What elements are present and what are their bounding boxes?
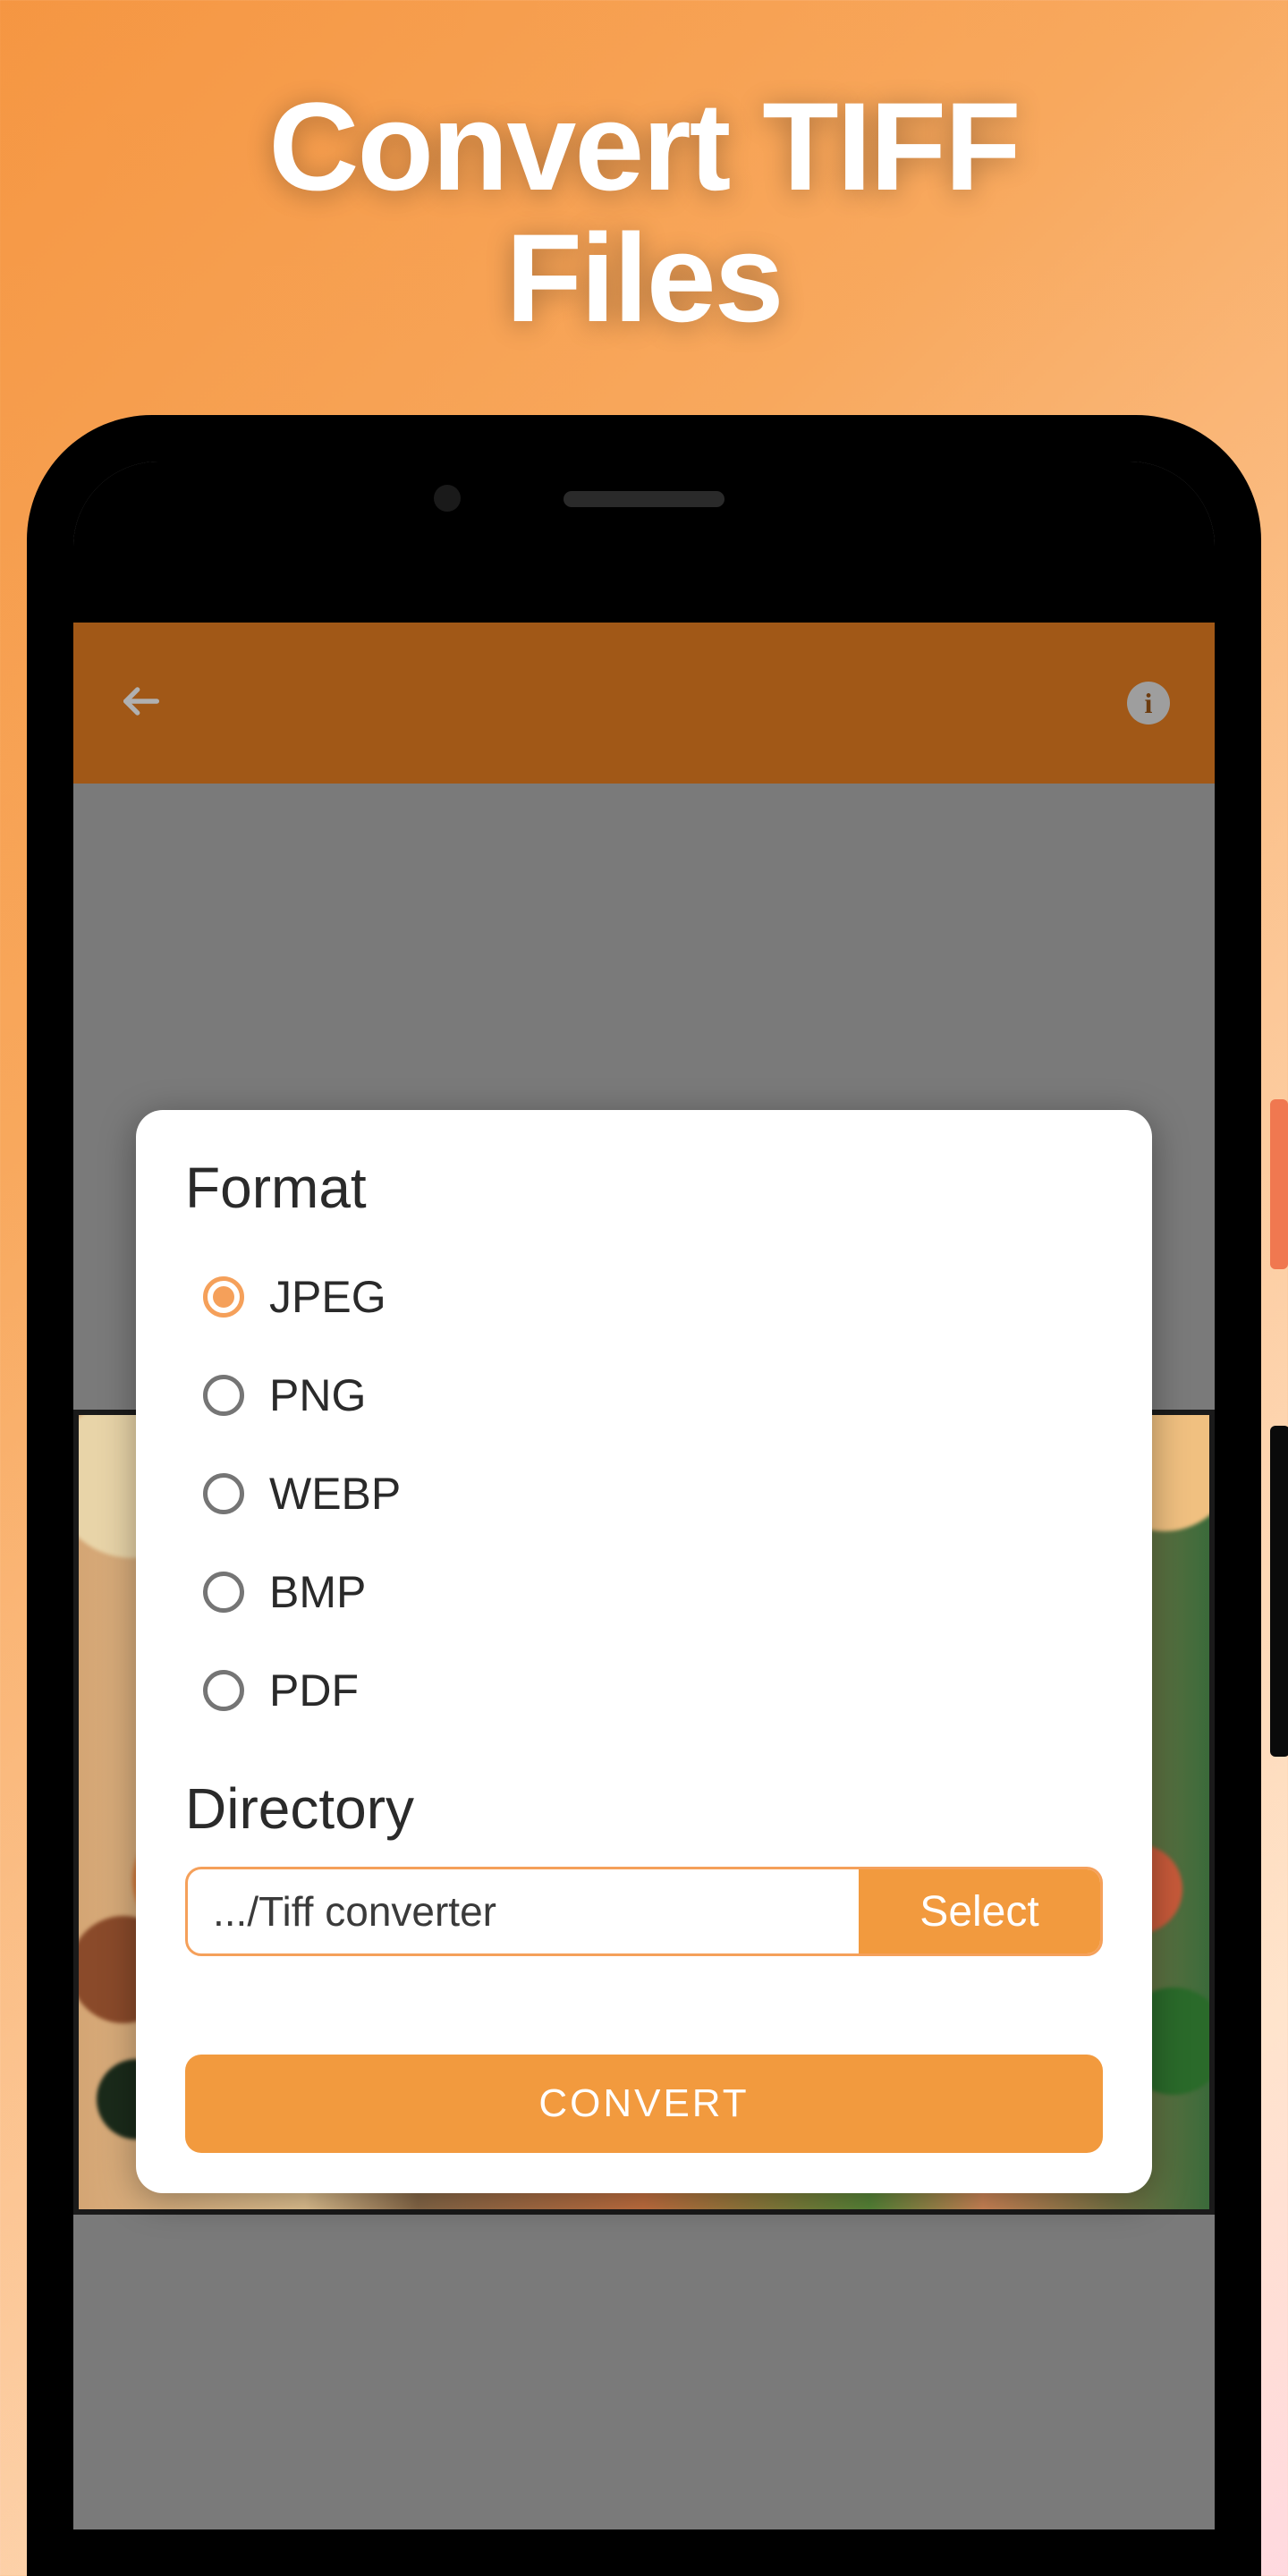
radio-button-icon (203, 1276, 244, 1318)
app-bar: i (73, 623, 1215, 784)
phone-camera (434, 485, 461, 512)
convert-button[interactable]: CONVERT (185, 2055, 1103, 2153)
radio-webp[interactable]: WEBP (203, 1445, 1103, 1543)
directory-path-field[interactable]: .../Tiff converter (188, 1869, 859, 1953)
radio-png[interactable]: PNG (203, 1346, 1103, 1445)
radio-label: PNG (269, 1369, 366, 1421)
status-bar (73, 462, 1215, 623)
format-radio-group: JPEG PNG WEBP (185, 1248, 1103, 1740)
radio-label: PDF (269, 1665, 359, 1716)
promo-title: Convert TIFF Files (268, 80, 1019, 343)
info-icon[interactable]: i (1127, 682, 1170, 724)
radio-label: BMP (269, 1566, 366, 1618)
convert-dialog: Format JPEG PNG (136, 1110, 1152, 2193)
radio-pdf[interactable]: PDF (203, 1641, 1103, 1740)
directory-row: .../Tiff converter Select (185, 1867, 1103, 1956)
radio-button-icon (203, 1572, 244, 1613)
back-arrow-icon[interactable] (118, 678, 165, 729)
phone-volume-button (1270, 1426, 1288, 1757)
select-button[interactable]: Select (859, 1869, 1100, 1953)
directory-section-title: Directory (185, 1775, 1103, 1842)
radio-button-icon (203, 1670, 244, 1711)
phone-screen: i Format JPEG (73, 462, 1215, 2529)
content-area: Format JPEG PNG (73, 784, 1215, 2529)
radio-label: WEBP (269, 1468, 401, 1520)
format-section-title: Format (185, 1155, 1103, 1221)
phone-power-button (1270, 1099, 1288, 1269)
radio-bmp[interactable]: BMP (203, 1543, 1103, 1641)
radio-button-icon (203, 1473, 244, 1514)
radio-label: JPEG (269, 1271, 386, 1323)
phone-mockup: i Format JPEG (9, 415, 1279, 2576)
phone-speaker (564, 491, 724, 507)
radio-jpeg[interactable]: JPEG (203, 1248, 1103, 1346)
radio-button-icon (203, 1375, 244, 1416)
